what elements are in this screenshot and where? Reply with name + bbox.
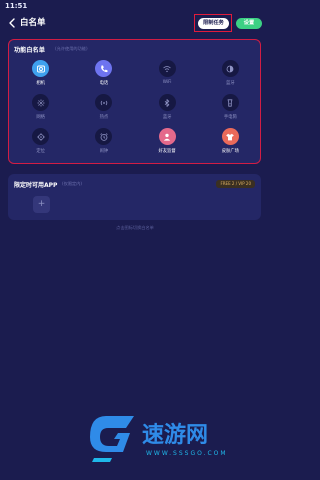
function-item-location[interactable]: 定位 xyxy=(21,128,61,162)
function-whitelist-card: 功能白名单 (允许使用的功能) 相机 电话 WiFi 蓝牙 网络 热点 蓝牙 手… xyxy=(8,39,261,164)
limit-task-button[interactable]: 限制任务 xyxy=(198,18,229,29)
function-row: 定位 闹钟 好友监督 皮肤广场 xyxy=(9,128,262,162)
function-item-label: 闹钟 xyxy=(99,149,109,154)
function-item-friend[interactable]: 好友监督 xyxy=(147,128,187,162)
function-item-moon[interactable]: 蓝牙 xyxy=(210,60,250,94)
function-item-camera[interactable]: 相机 xyxy=(21,60,61,94)
skin-icon xyxy=(221,128,239,145)
page-title: 白名单 xyxy=(20,18,46,28)
status-bar: 11:51 xyxy=(0,0,270,12)
quota-badge: FREE 2 / VIP 20 xyxy=(216,180,255,188)
alarm-icon xyxy=(95,128,113,145)
section-hint: (允许使用的功能) xyxy=(55,46,88,51)
bluetooth-icon xyxy=(158,94,176,111)
svg-text:WWW.SSSGO.COM: WWW.SSSGO.COM xyxy=(146,450,228,457)
add-app-button[interactable]: + xyxy=(33,196,50,213)
function-item-hotspot[interactable]: 热点 xyxy=(84,94,124,128)
friend-icon xyxy=(158,128,176,145)
function-item-wifi[interactable]: WiFi xyxy=(147,60,187,94)
function-row: 相机 电话 WiFi 蓝牙 xyxy=(9,60,262,94)
flashlight-icon xyxy=(221,94,239,111)
function-item-alarm[interactable]: 闹钟 xyxy=(84,128,124,162)
section-title: 功能白名单 xyxy=(14,47,45,54)
function-item-label: WiFi xyxy=(162,80,172,85)
watermark-logo: 速游网 WWW.SSSGO.COM xyxy=(84,408,254,466)
function-item-label: 电话 xyxy=(99,81,109,86)
back-arrow-icon[interactable] xyxy=(6,17,18,29)
hotspot-icon xyxy=(95,94,113,111)
moon-icon xyxy=(221,60,239,77)
function-item-label: 热点 xyxy=(99,115,109,120)
function-item-label: 皮肤广场 xyxy=(221,149,239,154)
function-item-label: 相机 xyxy=(36,81,45,86)
network-icon xyxy=(32,94,50,111)
phone-icon xyxy=(95,60,113,77)
apps-section-title: 限定时可用APP xyxy=(14,182,58,189)
settings-button[interactable]: 设置 xyxy=(236,18,262,29)
function-item-network[interactable]: 网络 xyxy=(21,94,61,128)
svg-text:速游网: 速游网 xyxy=(142,422,208,448)
limited-apps-card: 限定时可用APP (仅限定内) FREE 2 / VIP 20 + xyxy=(8,174,261,220)
function-item-flashlight[interactable]: 手电筒 xyxy=(210,94,250,128)
wifi-icon xyxy=(158,60,176,77)
function-item-label: 定位 xyxy=(36,149,45,154)
function-item-bluetooth[interactable]: 蓝牙 xyxy=(147,94,187,128)
function-item-phone[interactable]: 电话 xyxy=(84,60,124,94)
function-item-label: 蓝牙 xyxy=(226,81,235,86)
function-item-label: 网络 xyxy=(36,115,45,120)
status-time: 11:51 xyxy=(5,2,28,10)
function-item-skin[interactable]: 皮肤广场 xyxy=(210,128,250,162)
header: 白名单 限制任务 设置 xyxy=(0,12,270,36)
apps-section-hint: (仅限定内) xyxy=(62,181,83,186)
function-item-label: 好友监督 xyxy=(158,149,176,154)
camera-icon xyxy=(32,60,50,77)
footer-note: 点击图标切换白名单 xyxy=(116,225,154,230)
function-grid: 相机 电话 WiFi 蓝牙 网络 热点 蓝牙 手电筒 定位 闹钟 好友监督 皮肤… xyxy=(9,60,262,162)
location-icon xyxy=(32,128,50,145)
function-item-label: 蓝牙 xyxy=(162,115,172,120)
function-row: 网络 热点 蓝牙 手电筒 xyxy=(9,94,262,128)
function-item-label: 手电筒 xyxy=(223,115,237,120)
